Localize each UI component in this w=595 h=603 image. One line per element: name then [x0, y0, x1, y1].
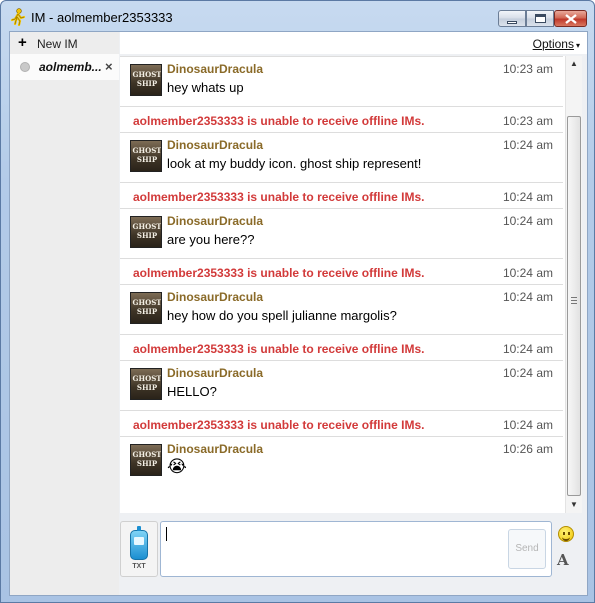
- buddy-icon[interactable]: GHOST SHIP: [130, 216, 162, 248]
- crying-face-icon: 😭: [167, 457, 187, 476]
- buddy-icon-text: GHOST: [132, 222, 162, 231]
- conversation-tab[interactable]: aolmemb... ×: [10, 54, 119, 80]
- aim-running-man-icon: [10, 8, 26, 26]
- buddy-icon-text: GHOST: [132, 374, 162, 383]
- buddy-icon-text: GHOST: [132, 450, 162, 459]
- maximize-icon: [535, 14, 546, 23]
- system-notice-text: aolmember2353333 is unable to receive of…: [133, 342, 425, 356]
- message-sender[interactable]: DinosaurDracula: [167, 290, 263, 304]
- system-notice-time: 10:24 am: [502, 342, 553, 356]
- message-text: HELLO?: [167, 384, 217, 399]
- buddy-icon[interactable]: GHOST SHIP: [130, 368, 162, 400]
- scroll-up-icon[interactable]: ▲: [566, 56, 582, 72]
- options-menu[interactable]: Options ▾: [533, 37, 580, 51]
- system-notice: aolmember2353333 is unable to receive of…: [120, 334, 563, 360]
- buddy-icon-text: SHIP: [136, 155, 158, 164]
- conversation-tab-label: aolmemb...: [39, 60, 102, 74]
- minimize-button[interactable]: [498, 10, 526, 27]
- message-input[interactable]: [165, 525, 505, 573]
- minimize-icon: [507, 21, 517, 24]
- mobile-phone-icon: [130, 526, 148, 560]
- message-row: GHOST SHIP DinosaurDracula 10:26 am 😭: [120, 436, 563, 486]
- send-button[interactable]: Send: [508, 529, 546, 569]
- system-notice-time: 10:24 am: [502, 190, 553, 204]
- grip-icon: [571, 297, 577, 304]
- message-history[interactable]: GHOST SHIP DinosaurDracula 10:23 am hey what…: [120, 56, 570, 513]
- offline-dot-icon: [20, 62, 30, 72]
- system-notice: aolmember2353333 is unable to receive of…: [120, 182, 563, 208]
- buddy-icon-text: SHIP: [136, 383, 158, 392]
- message-text: look at my buddy icon. ghost ship repres…: [167, 156, 422, 171]
- system-notice-text: aolmember2353333 is unable to receive of…: [133, 266, 425, 280]
- conversation-sidebar: + New IM aolmemb... ×: [10, 32, 119, 595]
- message-sender[interactable]: DinosaurDracula: [167, 366, 263, 380]
- message-text: hey whats up: [167, 80, 244, 95]
- message-sender[interactable]: DinosaurDracula: [167, 442, 263, 456]
- message-row: GHOST SHIP DinosaurDracula 10:23 am hey what…: [120, 56, 563, 106]
- buddy-icon-text: SHIP: [136, 307, 158, 316]
- buddy-icon-text: GHOST: [132, 70, 162, 79]
- system-notice: aolmember2353333 is unable to receive of…: [120, 258, 563, 284]
- plus-icon: +: [18, 34, 27, 51]
- chevron-down-icon: ▾: [575, 41, 580, 50]
- buddy-icon-text: SHIP: [136, 459, 158, 468]
- options-label: Options: [532, 37, 574, 51]
- new-im-label: New IM: [37, 37, 78, 51]
- message-text: are you here??: [167, 232, 255, 247]
- system-notice: aolmember2353333 is unable to receive of…: [120, 410, 563, 436]
- message-sender[interactable]: DinosaurDracula: [167, 62, 263, 76]
- im-client-area: + New IM aolmemb... × Options ▾ GHOST SHIP…: [9, 31, 588, 596]
- message-row: GHOST SHIP DinosaurDracula 10:24 am look at …: [120, 132, 563, 182]
- compose-area: TXT Send A: [120, 521, 580, 578]
- system-notice-text: aolmember2353333 is unable to receive of…: [133, 418, 425, 432]
- buddy-icon[interactable]: GHOST SHIP: [130, 64, 162, 96]
- buddy-icon-text: SHIP: [136, 79, 158, 88]
- close-button[interactable]: [554, 10, 587, 27]
- buddy-icon[interactable]: GHOST SHIP: [130, 444, 162, 476]
- message-sender[interactable]: DinosaurDracula: [167, 138, 263, 152]
- scroll-down-icon[interactable]: ▼: [566, 497, 582, 513]
- message-time: 10:24 am: [502, 290, 553, 304]
- maximize-button[interactable]: [526, 10, 554, 27]
- smiley-icon[interactable]: [558, 526, 574, 542]
- close-icon: [565, 14, 577, 24]
- system-notice-time: 10:24 am: [502, 418, 553, 432]
- new-im-button[interactable]: + New IM: [10, 32, 119, 54]
- buddy-icon[interactable]: GHOST SHIP: [130, 140, 162, 172]
- message-time: 10:24 am: [502, 214, 553, 228]
- buddy-icon-text: GHOST: [132, 298, 162, 307]
- text-message-button[interactable]: TXT: [120, 521, 158, 577]
- buddy-icon[interactable]: GHOST SHIP: [130, 292, 162, 324]
- conversation-toolbar: Options ▾: [120, 32, 587, 54]
- message-time: 10:26 am: [502, 442, 553, 456]
- message-input-box[interactable]: Send: [160, 521, 552, 577]
- message-time: 10:24 am: [502, 366, 553, 380]
- message-row: GHOST SHIP DinosaurDracula 10:24 am are you …: [120, 208, 563, 258]
- buddy-icon-text: GHOST: [132, 146, 162, 155]
- message-sender[interactable]: DinosaurDracula: [167, 214, 263, 228]
- mobile-label: TXT: [132, 563, 146, 570]
- im-window: IM - aolmember2353333 + New IM aolmemb..…: [0, 0, 595, 603]
- compose-tools: A: [554, 521, 580, 577]
- message-row: GHOST SHIP DinosaurDracula 10:24 am HELLO?: [120, 360, 563, 410]
- window-title: IM - aolmember2353333: [31, 10, 173, 25]
- message-scrollbar[interactable]: ▲ ▼: [565, 56, 582, 513]
- system-notice-text: aolmember2353333 is unable to receive of…: [133, 114, 425, 128]
- title-bar[interactable]: IM - aolmember2353333: [1, 1, 594, 31]
- scroll-thumb[interactable]: [567, 116, 581, 496]
- close-tab-icon[interactable]: ×: [105, 59, 113, 74]
- message-text: hey how do you spell julianne margolis?: [167, 308, 397, 323]
- font-icon[interactable]: A: [557, 551, 569, 569]
- message-time: 10:23 am: [502, 62, 553, 76]
- system-notice-time: 10:24 am: [502, 266, 553, 280]
- system-notice: aolmember2353333 is unable to receive of…: [120, 106, 563, 132]
- system-notice-time: 10:23 am: [502, 114, 553, 128]
- message-time: 10:24 am: [502, 138, 553, 152]
- message-row: GHOST SHIP DinosaurDracula 10:24 am hey how …: [120, 284, 563, 334]
- system-notice-text: aolmember2353333 is unable to receive of…: [133, 190, 425, 204]
- buddy-icon-text: SHIP: [136, 231, 158, 240]
